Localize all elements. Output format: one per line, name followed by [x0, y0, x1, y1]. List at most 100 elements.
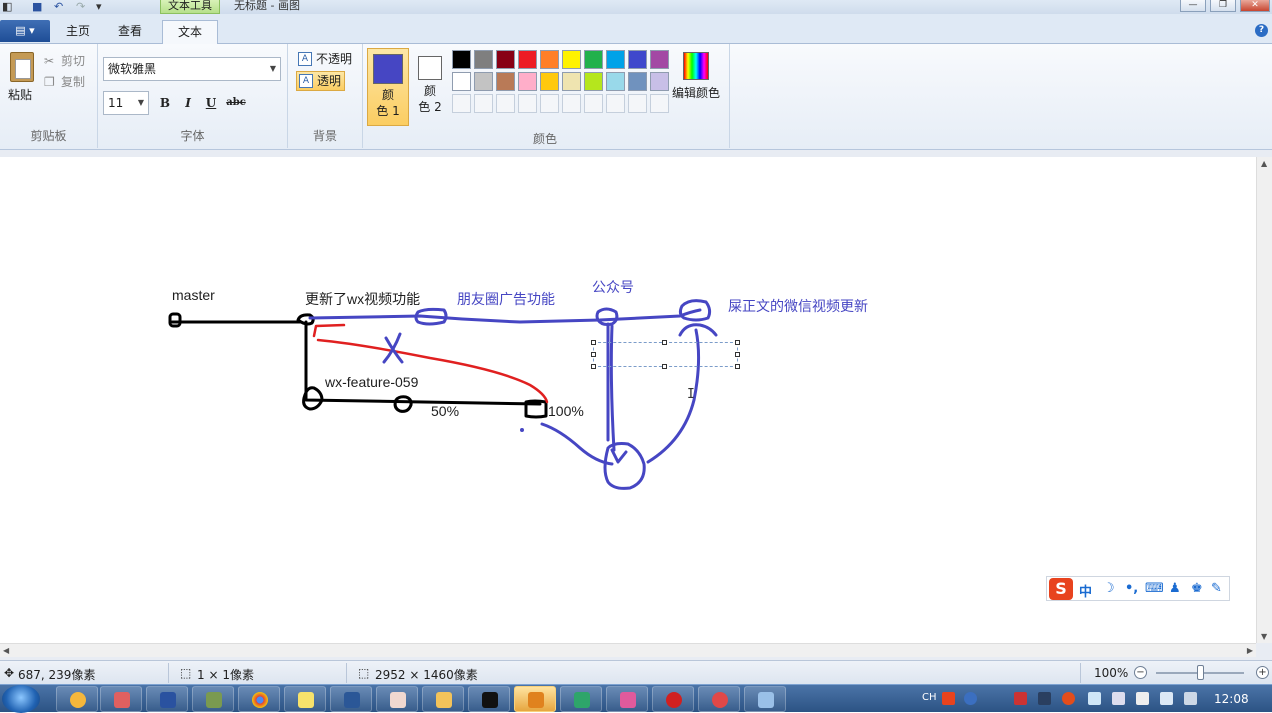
- palette-swatch[interactable]: [562, 50, 581, 69]
- copy-button[interactable]: ❐ 复制: [44, 73, 85, 90]
- tray-icon[interactable]: [1088, 692, 1101, 705]
- zoom-slider-thumb[interactable]: [1197, 665, 1204, 680]
- palette-swatch[interactable]: [606, 72, 625, 91]
- resize-handle[interactable]: [591, 352, 596, 357]
- palette-swatch[interactable]: [452, 72, 471, 91]
- paste-icon[interactable]: [10, 52, 34, 82]
- taskbar-app[interactable]: [514, 686, 556, 712]
- start-button[interactable]: [2, 685, 40, 713]
- settings-tool-icon[interactable]: ✎: [1211, 581, 1222, 596]
- taskbar-paint[interactable]: [744, 686, 786, 712]
- taskbar-app[interactable]: [376, 686, 418, 712]
- transparent-option[interactable]: A 透明: [296, 71, 346, 91]
- taskbar-explorer[interactable]: [422, 686, 464, 712]
- ime-punctuation-icon[interactable]: •,: [1125, 581, 1138, 596]
- tray-icon[interactable]: [1062, 692, 1075, 705]
- keyboard-icon[interactable]: ⌨: [1145, 581, 1164, 596]
- horizontal-scrollbar[interactable]: ◀ ▶: [0, 643, 1256, 657]
- undo-icon[interactable]: ↶: [54, 0, 63, 13]
- italic-button[interactable]: I: [178, 94, 198, 112]
- taskbar-app[interactable]: [698, 686, 740, 712]
- tray-icon[interactable]: [1112, 692, 1125, 705]
- resize-handle[interactable]: [662, 364, 667, 369]
- app-menu-icon[interactable]: ◧: [2, 0, 12, 13]
- opaque-option[interactable]: A 不透明: [296, 50, 355, 70]
- tab-text[interactable]: 文本: [162, 20, 218, 45]
- tray-icon[interactable]: [1136, 692, 1149, 705]
- palette-swatch[interactable]: [562, 72, 581, 91]
- user-icon[interactable]: ♟: [1169, 581, 1181, 596]
- scroll-left-icon[interactable]: ◀: [3, 646, 9, 655]
- taskbar-chrome[interactable]: [238, 686, 280, 712]
- redo-icon[interactable]: ↷: [76, 0, 85, 13]
- tab-home[interactable]: 主页: [50, 20, 106, 44]
- help-icon[interactable]: ?: [1255, 24, 1268, 37]
- taskbar-cmd[interactable]: [468, 686, 510, 712]
- palette-swatch[interactable]: [474, 72, 493, 91]
- resize-handle[interactable]: [591, 340, 596, 345]
- save-icon[interactable]: ■: [32, 0, 42, 13]
- color1-button[interactable]: 颜色 1: [367, 48, 409, 126]
- palette-swatch[interactable]: [650, 50, 669, 69]
- palette-swatch[interactable]: [584, 50, 603, 69]
- palette-swatch[interactable]: [606, 50, 625, 69]
- palette-swatch[interactable]: [584, 72, 603, 91]
- tray-icon[interactable]: [1014, 692, 1027, 705]
- palette-swatch[interactable]: [540, 72, 559, 91]
- paste-button[interactable]: 粘贴: [8, 86, 32, 103]
- ime-toolbar[interactable]: S 中 ☽ •, ⌨ ♟ ♚ ✎: [1046, 576, 1230, 601]
- taskbar-app[interactable]: [192, 686, 234, 712]
- edit-colors-button[interactable]: 编辑颜色: [672, 48, 720, 118]
- palette-empty-slot[interactable]: [452, 94, 471, 113]
- taskbar-app[interactable]: [606, 686, 648, 712]
- text-input-box[interactable]: [591, 340, 740, 369]
- resize-handle[interactable]: [662, 340, 667, 345]
- palette-empty-slot[interactable]: [540, 94, 559, 113]
- volume-icon[interactable]: [1184, 692, 1197, 705]
- file-menu-button[interactable]: ▤ ▾: [0, 20, 50, 42]
- palette-swatch[interactable]: [452, 50, 471, 69]
- close-button[interactable]: ✕: [1240, 0, 1270, 12]
- sogou-tray-icon[interactable]: [942, 692, 955, 705]
- help-tray-icon[interactable]: [964, 692, 977, 705]
- palette-empty-slot[interactable]: [474, 94, 493, 113]
- taskbar-app[interactable]: [652, 686, 694, 712]
- skin-icon[interactable]: ♚: [1191, 581, 1203, 596]
- ime-halfwidth-icon[interactable]: ☽: [1103, 581, 1115, 596]
- taskbar-app[interactable]: [146, 686, 188, 712]
- palette-swatch[interactable]: [518, 50, 537, 69]
- ime-chinese-toggle[interactable]: 中: [1079, 581, 1092, 600]
- input-language[interactable]: CH: [922, 692, 937, 703]
- font-size-select[interactable]: 11 ▼: [103, 91, 149, 115]
- zoom-out-button[interactable]: −: [1134, 666, 1147, 679]
- palette-empty-slot[interactable]: [584, 94, 603, 113]
- scroll-down-icon[interactable]: ▼: [1261, 632, 1267, 641]
- palette-swatch[interactable]: [474, 50, 493, 69]
- resize-handle[interactable]: [735, 352, 740, 357]
- tab-view[interactable]: 查看: [102, 20, 158, 44]
- palette-swatch[interactable]: [496, 50, 515, 69]
- palette-swatch[interactable]: [496, 72, 515, 91]
- maximize-button[interactable]: ❐: [1210, 0, 1236, 12]
- taskbar-app[interactable]: [284, 686, 326, 712]
- taskbar-word[interactable]: [330, 686, 372, 712]
- font-family-select[interactable]: 微软雅黑 ▼: [103, 57, 281, 81]
- taskbar-app[interactable]: [560, 686, 602, 712]
- cut-button[interactable]: ✂ 剪切: [44, 52, 85, 69]
- palette-empty-slot[interactable]: [650, 94, 669, 113]
- palette-swatch[interactable]: [628, 50, 647, 69]
- palette-swatch[interactable]: [650, 72, 669, 91]
- strikethrough-button[interactable]: abc: [224, 94, 248, 112]
- drawing-canvas[interactable]: master 更新了wx视频功能 朋友圈广告功能 公众号 屎正文的微信视频更新 …: [0, 157, 1256, 643]
- palette-empty-slot[interactable]: [606, 94, 625, 113]
- scroll-up-icon[interactable]: ▲: [1261, 159, 1267, 168]
- palette-swatch[interactable]: [628, 72, 647, 91]
- sogou-logo-icon[interactable]: S: [1049, 578, 1073, 600]
- resize-handle[interactable]: [735, 364, 740, 369]
- customize-quick-access-icon[interactable]: ▾: [96, 0, 102, 13]
- palette-empty-slot[interactable]: [496, 94, 515, 113]
- zoom-in-button[interactable]: +: [1256, 666, 1269, 679]
- scroll-right-icon[interactable]: ▶: [1247, 646, 1253, 655]
- minimize-button[interactable]: —: [1180, 0, 1206, 12]
- bold-button[interactable]: B: [155, 94, 175, 112]
